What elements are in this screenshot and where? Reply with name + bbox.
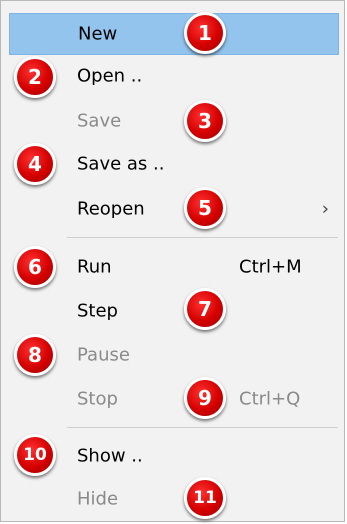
menu-item-label: Save as .. [77, 153, 165, 175]
menu-item-label: Step [77, 300, 118, 322]
menu-item-label: Pause [77, 344, 130, 366]
menu-item-step[interactable]: Step [9, 290, 339, 332]
callout-badge-10: 10 [14, 434, 56, 476]
chevron-right-icon: › [321, 198, 329, 220]
menu-item-save: Save [9, 100, 339, 142]
menu-item-label: Open .. [77, 65, 143, 87]
menu-item-shortcut: Ctrl+M [239, 256, 302, 278]
callout-badge-9: 9 [184, 377, 226, 419]
menu-item-shortcut: Ctrl+Q [239, 388, 301, 410]
callout-badge-11: 11 [184, 477, 226, 519]
menu-item-open[interactable]: Open .. [9, 55, 339, 97]
menu-item-reopen[interactable]: Reopen › [9, 188, 339, 230]
menu-item-label: Reopen [77, 198, 145, 220]
callout-badge-1: 1 [184, 12, 226, 54]
menu-item-stop: Stop Ctrl+Q [9, 378, 339, 420]
menu-item-label: New [78, 23, 118, 45]
menu-item-new[interactable]: New [9, 13, 339, 55]
menu-item-hide: Hide [9, 478, 339, 520]
menu-item-save-as[interactable]: Save as .. [9, 143, 339, 185]
callout-badge-8: 8 [14, 334, 56, 376]
menu-item-pause: Pause [9, 334, 339, 376]
callout-badge-2: 2 [14, 56, 56, 98]
menu-item-label: Stop [77, 388, 118, 410]
callout-badge-3: 3 [184, 100, 226, 142]
menu-separator [67, 237, 338, 238]
menu-item-label: Show .. [77, 445, 143, 467]
callout-badge-6: 6 [14, 246, 56, 288]
menu-item-run[interactable]: Run Ctrl+M [9, 246, 339, 288]
callout-badge-5: 5 [184, 187, 226, 229]
menu-item-show[interactable]: Show .. [9, 435, 339, 477]
menu-item-label: Run [77, 256, 112, 278]
callout-badge-4: 4 [14, 143, 56, 185]
menu-item-label: Save [77, 110, 122, 132]
menu-item-label: Hide [77, 488, 119, 510]
callout-badge-7: 7 [184, 288, 226, 330]
menu-separator [67, 427, 338, 428]
